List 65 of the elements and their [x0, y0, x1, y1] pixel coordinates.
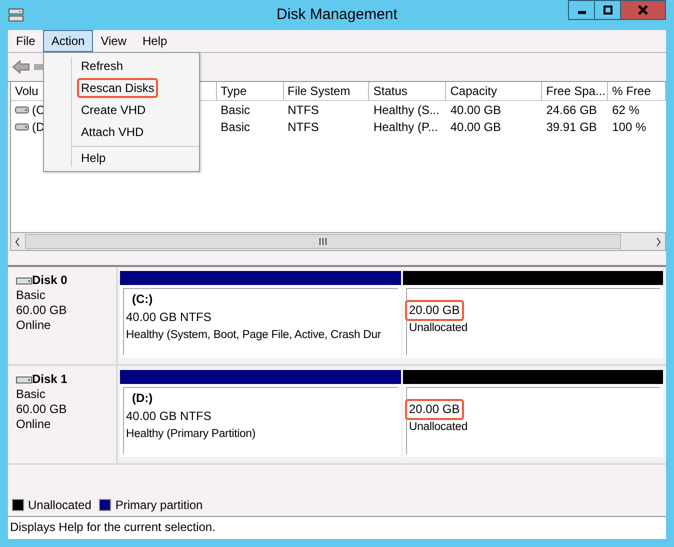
partition-label: (C:)	[131, 292, 153, 307]
drive-icon	[15, 122, 29, 130]
table-cell-text: NTFS	[286, 120, 320, 134]
partition-status: Unallocated	[409, 420, 468, 435]
minimize-button[interactable]	[568, 0, 595, 20]
menu-item[interactable]: Create VHD	[77, 100, 150, 120]
scrollbar-thumb[interactable]	[25, 234, 621, 249]
table-cell-text: 40.00 GB	[449, 102, 502, 116]
partition-label: (D:)	[131, 391, 153, 406]
column-header[interactable]: % Free	[608, 82, 666, 100]
partition-status: Healthy (System, Boot, Page File, Active, Crash Dur	[126, 328, 382, 343]
disk-type: Basic	[16, 387, 46, 402]
table-cell-text: NTFS	[286, 102, 320, 116]
window-title: Disk Management	[276, 6, 398, 23]
legend-label: Primary partition	[115, 498, 203, 512]
menu-item[interactable]: Refresh	[77, 56, 128, 76]
disk-name: Disk 0	[32, 273, 68, 288]
menu-item[interactable]: Help	[77, 148, 110, 168]
disk-drive-icon	[8, 7, 24, 23]
disk-type: Basic	[16, 288, 46, 303]
partition-size: 20.00 GB	[405, 399, 464, 420]
menu-item[interactable]: Help	[134, 30, 176, 52]
table-cell-text: Basic	[220, 102, 252, 116]
menu-item[interactable]: Rescan Disks	[77, 78, 158, 98]
disk-size: 60.00 GB	[16, 402, 68, 417]
disk-info-panel[interactable]: Disk 0 Basic 60.00 GB Online	[8, 267, 118, 364]
table-cell-text: Healthy (S...	[372, 102, 440, 116]
maximize-button[interactable]	[594, 0, 621, 20]
table-cell-text: Basic	[220, 120, 252, 134]
partition-size: 20.00 GB	[405, 300, 464, 321]
drive-icon	[15, 106, 29, 114]
column-header[interactable]: Status	[369, 82, 446, 100]
column-header[interactable]: File System	[284, 82, 370, 100]
horizontal-scrollbar[interactable]	[10, 232, 666, 251]
menu-item[interactable]: Action	[43, 30, 93, 52]
disk-info-panel[interactable]: Disk 1 Basic 60.00 GB Online	[8, 366, 118, 463]
partition-status: Healthy (Primary Partition)	[126, 427, 256, 442]
partition-size: 40.00 GB NTFS	[125, 309, 212, 326]
back-arrow-icon[interactable]	[12, 60, 30, 74]
menu-item[interactable]: View	[92, 30, 134, 52]
table-cell-text: Healthy (P...	[372, 120, 439, 134]
table-cell-text: 100 %	[611, 120, 648, 134]
grip-icon	[319, 238, 327, 245]
table-cell-text: 40.00 GB	[449, 120, 502, 134]
menu-item[interactable]: Attach VHD	[77, 122, 148, 142]
partition-size: 40.00 GB NTFS	[125, 408, 212, 425]
status-bar: Displays Help for the current selection.	[8, 516, 666, 539]
column-header[interactable]: Capacity	[446, 82, 542, 100]
disk-state: Online	[16, 417, 52, 432]
disk-state: Online	[16, 318, 52, 333]
disk-drive-icon	[16, 376, 32, 384]
table-cell-text: 39.91 GB	[545, 120, 598, 134]
partition-status: Unallocated	[409, 321, 468, 336]
table-cell-text: 62 %	[611, 102, 640, 116]
disk-drive-icon	[16, 276, 32, 284]
legend-label: Unallocated	[28, 498, 92, 512]
maximize-icon	[602, 5, 612, 15]
disk-name: Disk 1	[32, 372, 68, 387]
column-header[interactable]: Free Spa...	[542, 82, 608, 100]
table-cell-text: 24.66 GB	[545, 102, 598, 116]
menu-item[interactable]: File	[8, 30, 44, 52]
column-header[interactable]: Type	[216, 82, 284, 100]
disk-size: 60.00 GB	[16, 303, 68, 318]
close-button[interactable]	[620, 0, 666, 20]
close-icon	[637, 5, 649, 15]
